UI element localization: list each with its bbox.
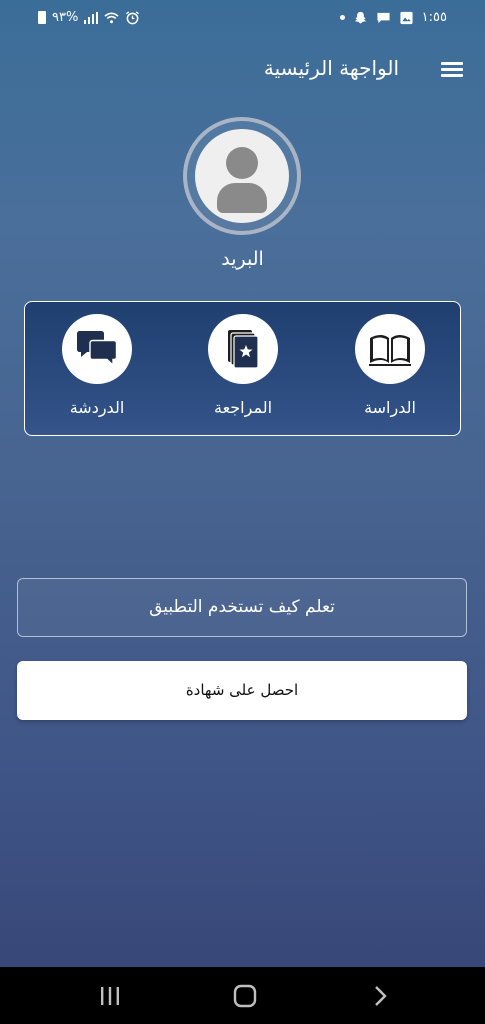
page-title: الواجهة الرئيسية <box>263 56 399 80</box>
battery-icon <box>38 11 46 24</box>
study-button[interactable]: الدراسة <box>335 314 445 424</box>
navigation-bar <box>0 967 485 1024</box>
chat-label: الدردشة <box>69 398 125 417</box>
chat-bubbles-icon <box>77 331 118 367</box>
notification-dot-icon <box>339 15 345 20</box>
how-to-use-button[interactable]: تعلم كيف تستخدم التطبيق <box>17 578 467 637</box>
study-label: الدراسة <box>364 398 416 417</box>
back-icon[interactable] <box>366 983 396 1009</box>
user-name: البريد <box>221 248 264 270</box>
app-header: الواجهة الرئيسية <box>0 52 485 88</box>
signal-icon <box>84 11 99 24</box>
feature-circle <box>355 314 425 384</box>
hamburger-menu-icon[interactable] <box>439 58 465 80</box>
feature-circle <box>62 314 132 384</box>
review-cards-icon <box>228 330 259 369</box>
open-book-icon <box>369 335 411 366</box>
recent-apps-icon[interactable] <box>95 983 125 1009</box>
wifi-icon <box>104 12 119 23</box>
status-bar: ٩٣% ١:٥٥ <box>0 0 485 36</box>
battery-level: ٩٣% <box>52 10 79 25</box>
alarm-icon <box>126 10 140 24</box>
get-certificate-button[interactable]: احصل على شهادة <box>17 661 467 720</box>
clock: ١:٥٥ <box>421 10 447 25</box>
chat-button[interactable]: الدردشة <box>42 314 152 424</box>
avatar[interactable] <box>183 117 301 235</box>
review-label: المراجعة <box>213 398 273 417</box>
status-right-group: ١:٥٥ <box>339 10 447 25</box>
user-placeholder-icon <box>195 129 289 223</box>
gallery-icon <box>400 11 413 24</box>
status-left-group: ٩٣% <box>38 10 140 25</box>
message-icon <box>377 12 390 23</box>
feature-circle <box>208 314 278 384</box>
home-icon[interactable] <box>230 983 260 1009</box>
feature-panel: الدراسة المراجعة الدردشة <box>24 301 461 436</box>
review-button[interactable]: المراجعة <box>188 314 298 424</box>
snapchat-icon <box>354 11 366 24</box>
